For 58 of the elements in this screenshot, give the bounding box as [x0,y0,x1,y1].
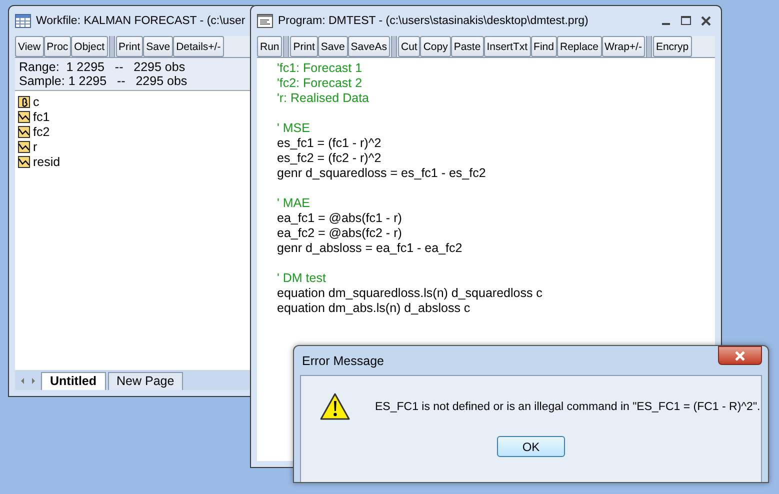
page-tab[interactable]: Untitled [41,372,106,390]
code-comment: ' MAE [277,196,311,211]
toolbar-button[interactable]: Run [257,36,282,57]
maximize-icon[interactable] [679,15,693,27]
series-icon [18,156,30,168]
code-comment: ' DM test [277,271,327,286]
code-comment: 'fc1: Forecast 1 [277,61,364,76]
window-title: Program: DMTEST - (c:\users\stasinakis\desktop\dmtest.prg) [278,15,588,27]
toolbar-button[interactable]: Find [530,36,557,57]
toolbar-button[interactable]: Save [318,36,348,57]
window-title: Workfile: KALMAN FORECAST - (c:\user [36,15,246,27]
object-name[interactable]: resid [33,154,60,168]
toolbar-button[interactable]: Details+/- [173,36,224,57]
code-line: genr d_squaredloss = es_fc1 - es_fc2 [277,166,487,181]
table-icon [15,14,31,28]
series-icon [18,126,30,138]
toolbar-button[interactable]: Proc [44,36,72,57]
toolbar-button[interactable]: Paste [450,36,484,57]
toolbar-button[interactable]: Save [143,36,174,57]
page-tab[interactable]: New Page [108,372,184,390]
ok-button[interactable]: OK [497,436,565,457]
toolbar-button[interactable]: InsertTxt [484,36,531,57]
info-text: Range: 1 2295 -- 2295 obs [19,60,186,74]
code-line: es_fc1 = (fc1 - r)^2 [277,136,382,151]
object-name[interactable]: fc1 [33,110,50,124]
toolbar-button[interactable]: Print [290,36,318,57]
object-name[interactable]: fc2 [33,124,50,138]
object-name[interactable]: c [33,94,40,108]
dialog-title: Error Message [301,354,384,368]
toolbar-button[interactable]: Object [71,36,108,57]
code-comment: 'fc2: Forecast 2 [277,76,364,91]
info-text: Sample: 1 2295 -- 2295 obs [19,74,188,88]
toolbar-button[interactable]: Encryp [652,36,692,57]
toolbar-button[interactable]: Print [116,36,144,57]
beta-icon [18,96,30,108]
toolbar-button[interactable]: Wrap+/- [602,36,645,57]
toolbar-button[interactable]: View [15,36,44,57]
close-button[interactable] [718,346,762,365]
code-line: genr d_absloss = ea_fc1 - ea_fc2 [277,241,464,256]
code-line: ea_fc1 = @abs(fc1 - r) [277,211,403,226]
code-line: equation dm_abs.ls(n) d_absloss c [277,301,472,316]
code-line: es_fc2 = (fc2 - r)^2 [277,151,382,166]
code-comment: ' MSE [277,121,311,136]
series-icon [18,110,30,122]
code-line: ea_fc2 = @abs(fc2 - r) [277,226,403,241]
error-message: ES_FC1 is not defined or is an illegal command in "ES_FC1 = (FC1 - R)^2". [375,401,760,413]
close-icon [734,350,746,360]
document-icon [257,14,273,28]
series-icon [18,140,30,152]
toolbar-button[interactable]: SaveAs [348,36,390,57]
object-name[interactable]: r [33,140,38,154]
toolbar-button[interactable]: Replace [556,36,602,57]
close-icon[interactable] [699,15,713,27]
code-line: equation dm_squaredloss.ls(n) d_squaredloss c [277,286,544,301]
toolbar-button[interactable]: Cut [398,36,420,57]
toolbar-button[interactable]: Copy [420,36,451,57]
code-comment: 'r: Realised Data [277,91,370,106]
warning-icon [319,392,351,422]
